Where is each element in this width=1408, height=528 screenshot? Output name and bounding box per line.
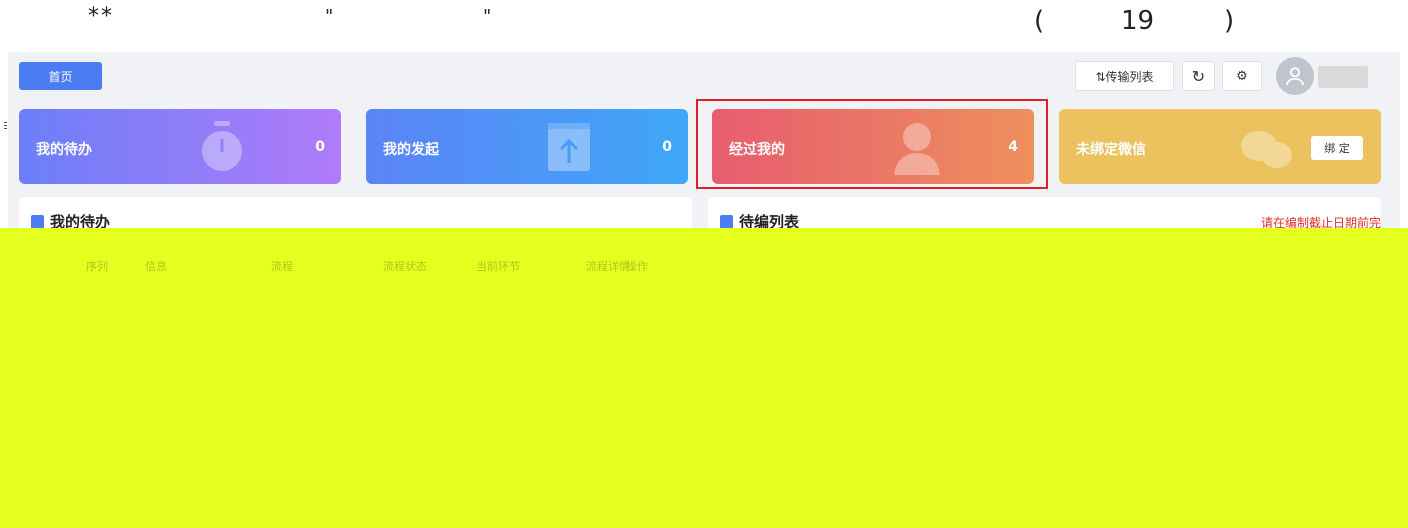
settings-button[interactable]: ⚙: [1222, 61, 1262, 91]
card-label: 我的发起: [383, 142, 439, 158]
col-header: 操作: [626, 260, 648, 273]
list-icon: [720, 214, 733, 229]
clock-icon: [202, 121, 242, 171]
doc-quote-open: ": [325, 6, 334, 27]
transfer-list-button[interactable]: ⇅传输列表: [1075, 61, 1174, 91]
gear-icon: ⚙: [1236, 68, 1248, 84]
col-header: 流程状态: [383, 260, 427, 273]
card-count: 0: [662, 139, 672, 155]
card-label: 我的待办: [36, 142, 92, 158]
document-icon: [31, 214, 44, 229]
doc-paren-open: (: [1034, 6, 1045, 36]
user-avatar-icon: [1285, 67, 1305, 86]
card-my-todo[interactable]: 我的待办 0: [19, 109, 341, 184]
card-wechat-unbound: 未绑定微信 绑 定: [1059, 109, 1381, 184]
col-header: 当前环节: [476, 260, 520, 273]
redaction-overlay: 序列 信息 流程 流程状态 当前环节 流程详情 操作: [0, 228, 1408, 528]
col-header: 序列: [86, 260, 108, 273]
doc-quote-close: ": [483, 6, 492, 27]
doc-stars: **: [88, 4, 114, 29]
highlight-box: [696, 99, 1048, 189]
col-header: 流程详情: [586, 260, 630, 273]
card-my-started[interactable]: 我的发起 0: [366, 109, 688, 184]
card-count: 0: [315, 139, 325, 155]
card-label: 未绑定微信: [1076, 142, 1146, 158]
refresh-icon: ↻: [1191, 66, 1206, 86]
avatar[interactable]: [1276, 57, 1314, 95]
wechat-icon: [1241, 131, 1292, 168]
doc-paren-close: ): [1224, 6, 1235, 36]
user-name-placeholder[interactable]: [1318, 66, 1368, 88]
document-header-line: ** " " ( 19 ): [0, 0, 1408, 50]
refresh-button[interactable]: ↻: [1182, 61, 1215, 91]
tab-home[interactable]: 首页: [19, 62, 102, 90]
col-header: 信息: [145, 260, 167, 273]
top-bar: 首页 ⇅传输列表 ↻ ⚙: [8, 52, 1400, 102]
doc-figure-number: 19: [1121, 6, 1155, 36]
upload-icon: [548, 123, 590, 171]
col-header: 流程: [271, 260, 293, 273]
bind-wechat-button[interactable]: 绑 定: [1311, 136, 1363, 160]
